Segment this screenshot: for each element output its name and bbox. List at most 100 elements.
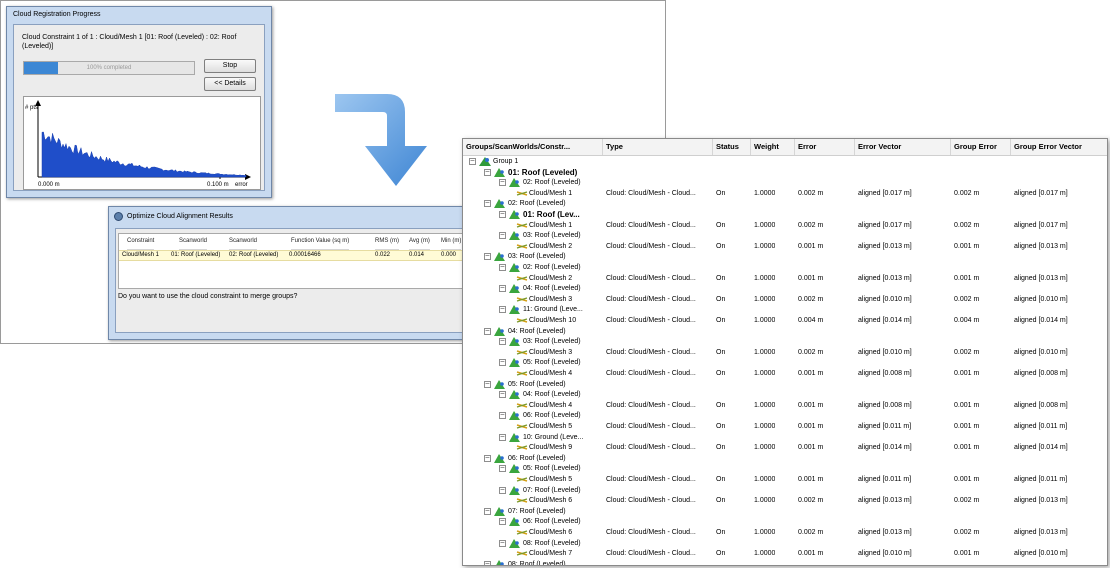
scanworld-row[interactable]: – 05: Roof (Leveled) [463, 463, 1107, 474]
cell-error: 0.001 m [798, 242, 824, 250]
cell-error-vector: aligned [0.008 m] [858, 370, 912, 377]
scanworld-row[interactable]: – 11: Ground (Leve... [463, 304, 1107, 315]
collapse-icon[interactable]: – [484, 454, 491, 462]
col-header-scanworld[interactable]: Scanworld [179, 234, 208, 250]
col-header-weight[interactable]: Weight [751, 139, 795, 155]
scanworld-icon [494, 559, 506, 565]
scanworld-row[interactable]: – 04: Roof (Leveled) [463, 283, 1107, 294]
stop-button[interactable]: Stop [204, 59, 256, 73]
scanworld-row[interactable]: – 08: Roof (Leveled) [463, 559, 1107, 565]
scanworld-row[interactable]: – 05: Roof (Leveled) [463, 357, 1107, 368]
constraint-row[interactable]: Cloud/Mesh 3 Cloud: Cloud/Mesh - Cloud...… [463, 347, 1107, 358]
scanworld-row[interactable]: – 01: Roof (Leveled) [463, 167, 1107, 178]
collapse-icon[interactable]: – [499, 433, 506, 441]
scanworld-row[interactable]: – 03: Roof (Leveled) [463, 336, 1107, 347]
constraint-row[interactable]: Cloud/Mesh 3 Cloud: Cloud/Mesh - Cloud...… [463, 294, 1107, 305]
cell-name: 04: Roof (Leveled) [523, 285, 581, 293]
scanworld-row[interactable]: – 05: Roof (Leveled) [463, 379, 1107, 390]
group-row[interactable]: – Group 1 [463, 156, 1107, 167]
collapse-icon[interactable]: – [499, 337, 506, 346]
constraint-row[interactable]: Cloud/Mesh 5 Cloud: Cloud/Mesh - Cloud...… [463, 474, 1107, 485]
cell-group-error: 0.002 m [954, 295, 980, 303]
collapse-icon[interactable]: – [499, 539, 506, 547]
col-header-rms[interactable]: RMS (m) [375, 234, 399, 250]
details-button[interactable]: << Details [204, 77, 256, 91]
scanworld-row[interactable]: – 07: Roof (Leveled) [463, 485, 1107, 496]
collapse-icon[interactable]: – [484, 199, 491, 208]
scanworld-row[interactable]: – 06: Roof (Leveled) [463, 453, 1107, 464]
cell-status: On [716, 401, 726, 409]
cell-group-error-vector: aligned [0.014 m] [1014, 444, 1068, 452]
collapse-icon[interactable]: – [499, 486, 506, 494]
x-axis-label: error [235, 182, 248, 188]
constraint-row[interactable]: Cloud/Mesh 1 Cloud: Cloud/Mesh - Cloud...… [463, 220, 1107, 231]
scanworld-row[interactable]: – 07: Roof (Leveled) [463, 506, 1107, 517]
scanworld-row[interactable]: – 02: Roof (Leveled) [463, 262, 1107, 273]
collapse-icon[interactable]: – [499, 263, 506, 271]
scanworld-row[interactable]: – 04: Roof (Leveled) [463, 389, 1107, 400]
col-header-status[interactable]: Status [713, 139, 751, 155]
constraint-row[interactable]: Cloud/Mesh 6 Cloud: Cloud/Mesh - Cloud...… [463, 495, 1107, 506]
scanworld-row[interactable]: – 10: Ground (Leve... [463, 432, 1107, 443]
constraint-row[interactable]: Cloud/Mesh 2 Cloud: Cloud/Mesh - Cloud...… [463, 241, 1107, 252]
dialog-title: Cloud Registration Progress [13, 11, 101, 18]
col-header-function-value[interactable]: Function Value (sq m) [291, 234, 350, 250]
collapse-icon[interactable]: – [484, 168, 491, 176]
collapse-icon[interactable]: – [484, 252, 491, 261]
cell-weight: 1.0000 [754, 274, 776, 282]
col-header-group-error-vector[interactable]: Group Error Vector [1011, 139, 1107, 155]
cell-group-error-vector: aligned [0.008 m] [1014, 401, 1068, 409]
collapse-icon[interactable]: – [499, 231, 506, 240]
col-header-min[interactable]: Min (m) [441, 234, 462, 250]
col-header-groups[interactable]: Groups/ScanWorlds/Constr... [463, 139, 603, 155]
collapse-icon[interactable]: – [499, 305, 506, 314]
cell-name: 05: Roof (Leveled) [523, 359, 581, 367]
collapse-icon[interactable]: – [484, 327, 491, 335]
scanworld-row[interactable]: – 08: Roof (Leveled) [463, 538, 1107, 549]
constraint-row[interactable]: Cloud/Mesh 4 Cloud: Cloud/Mesh - Cloud...… [463, 368, 1107, 379]
scanworld-row[interactable]: – 06: Roof (Leveled) [463, 516, 1107, 527]
constraint-row[interactable]: Cloud/Mesh 6 Cloud: Cloud/Mesh - Cloud...… [463, 527, 1107, 538]
cloud-registration-progress-dialog: Cloud Registration Progress Cloud Constr… [6, 6, 272, 198]
cell-weight: 1.0000 [754, 401, 776, 409]
cell-status: On [716, 529, 726, 536]
cell-min: 0.000 [441, 252, 457, 258]
col-header-constraint[interactable]: Constraint [127, 234, 155, 250]
collapse-icon[interactable]: – [499, 390, 506, 399]
constraint-row[interactable]: Cloud/Mesh 10 Cloud: Cloud/Mesh - Cloud..… [463, 315, 1107, 326]
scanworld-row[interactable]: – 06: Roof (Leveled) [463, 410, 1107, 421]
col-header-avg[interactable]: Avg (m) [409, 234, 430, 250]
collapse-icon[interactable]: – [499, 284, 506, 293]
y-axis-label: # pts [25, 105, 38, 111]
scanworld-row[interactable]: – 02: Roof (Leveled) [463, 177, 1107, 188]
constraint-row[interactable]: Cloud/Mesh 2 Cloud: Cloud/Mesh - Cloud...… [463, 273, 1107, 284]
collapse-icon[interactable]: – [499, 464, 506, 473]
col-header-group-error[interactable]: Group Error [951, 139, 1011, 155]
scanworld-row[interactable]: – 02: Roof (Leveled) [463, 198, 1107, 209]
cell-group-error: 0.001 m [954, 423, 980, 430]
col-header-type[interactable]: Type [603, 139, 713, 155]
constraint-row[interactable]: Cloud/Mesh 5 Cloud: Cloud/Mesh - Cloud...… [463, 421, 1107, 432]
constraint-row[interactable]: Cloud/Mesh 7 Cloud: Cloud/Mesh - Cloud...… [463, 548, 1107, 559]
collapse-icon[interactable]: – [484, 560, 491, 565]
col-header-error[interactable]: Error [795, 139, 855, 155]
scanworld-row[interactable]: – 04: Roof (Leveled) [463, 326, 1107, 337]
collapse-icon[interactable]: – [499, 517, 506, 526]
cell-name: Cloud/Mesh 5 [529, 423, 573, 430]
scanworld-row[interactable]: – 03: Roof (Leveled) [463, 230, 1107, 241]
collapse-icon[interactable]: – [484, 380, 491, 388]
constraint-row[interactable]: Cloud/Mesh 4 Cloud: Cloud/Mesh - Cloud...… [463, 400, 1107, 411]
collapse-icon[interactable]: – [499, 210, 506, 218]
col-header-error-vector[interactable]: Error Vector [855, 139, 951, 155]
collapse-icon[interactable]: – [499, 411, 506, 420]
collapse-icon[interactable]: – [484, 507, 491, 515]
constraint-row[interactable]: Cloud/Mesh 1 Cloud: Cloud/Mesh - Cloud...… [463, 188, 1107, 199]
scanworld-row[interactable]: – 01: Roof (Lev... [463, 209, 1107, 220]
collapse-icon[interactable]: – [499, 178, 506, 187]
collapse-icon[interactable]: – [469, 157, 476, 165]
cell-group-error: 0.002 m [954, 221, 980, 229]
scanworld-row[interactable]: – 03: Roof (Leveled) [463, 251, 1107, 262]
col-header-scanworld-2[interactable]: Scanworld [229, 234, 258, 250]
constraint-row[interactable]: Cloud/Mesh 9 Cloud: Cloud/Mesh - Cloud...… [463, 442, 1107, 453]
collapse-icon[interactable]: – [499, 358, 506, 367]
